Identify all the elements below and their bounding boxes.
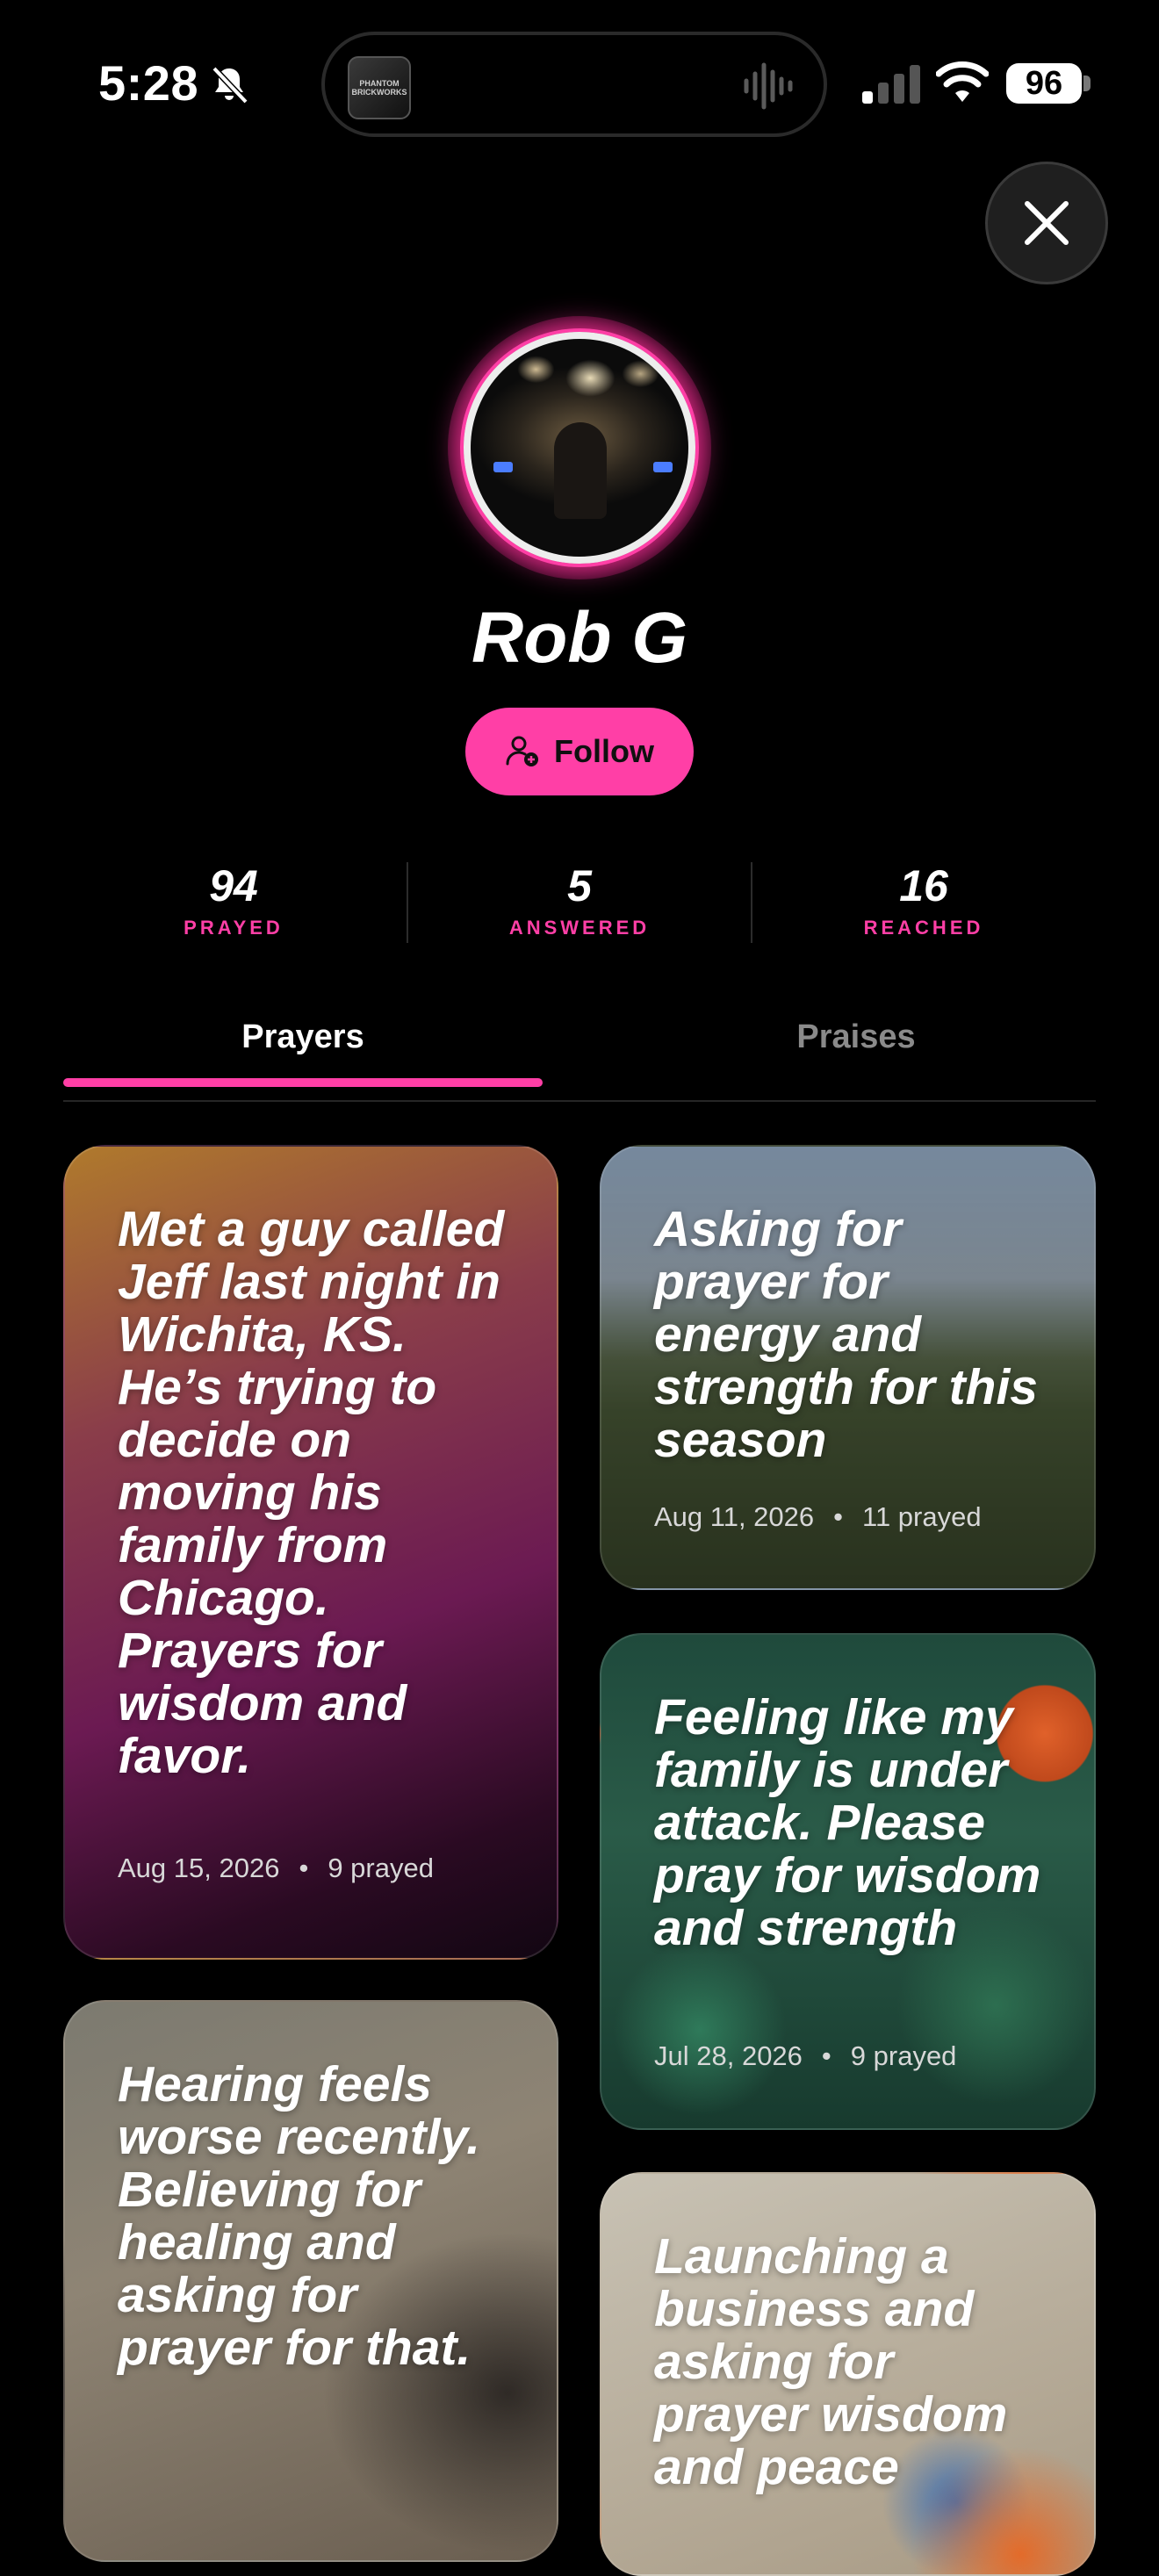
stat-value: 16 bbox=[899, 861, 948, 910]
avatar-light bbox=[493, 462, 513, 472]
bell-slash-icon bbox=[212, 66, 248, 104]
prayer-card-meta: Jul 28, 2026 • 9 prayed bbox=[654, 2040, 956, 2072]
tab-divider bbox=[63, 1100, 1096, 1102]
tab-praises[interactable]: Praises bbox=[616, 1018, 1096, 1056]
prayer-card-text: Hearing feels worse recently. Believing … bbox=[118, 2056, 480, 2376]
prayer-card-text: Asking for prayer for energy and strengt… bbox=[654, 1201, 1038, 1468]
battery-cap bbox=[1083, 76, 1091, 91]
avatar-light bbox=[653, 462, 673, 472]
stat-reached[interactable]: 16 REACHED bbox=[752, 860, 1096, 939]
prayer-card-date: Aug 15, 2026 bbox=[118, 1853, 280, 1883]
prayer-card-count: 11 prayed bbox=[862, 1501, 982, 1532]
dynamic-island[interactable]: PHANTOM BRICKWORKS bbox=[321, 32, 827, 137]
prayer-card-meta: Aug 15, 2026 • 9 prayed bbox=[118, 1853, 434, 1884]
prayer-card-count: 9 prayed bbox=[850, 2040, 957, 2071]
meta-separator: • bbox=[833, 1501, 843, 1532]
stat-label: REACHED bbox=[863, 917, 984, 939]
prayer-card-meta: Aug 11, 2026 • 11 prayed bbox=[654, 1501, 982, 1533]
cellular-signal-icon bbox=[862, 65, 920, 104]
prayer-card[interactable]: Met a guy called Jeff last night in Wich… bbox=[63, 1145, 558, 1960]
avatar[interactable] bbox=[464, 332, 695, 564]
stat-value: 5 bbox=[567, 861, 592, 910]
meta-separator: • bbox=[299, 1853, 309, 1883]
prayer-card-text: Met a guy called Jeff last night in Wich… bbox=[118, 1201, 505, 1784]
prayer-card[interactable]: Launching a business and asking for pray… bbox=[600, 2172, 1096, 2576]
close-button[interactable] bbox=[985, 162, 1108, 284]
stat-answered[interactable]: 5 ANSWERED bbox=[407, 860, 752, 939]
stat-prayed[interactable]: 94 PRAYED bbox=[61, 860, 406, 939]
prayer-card[interactable]: Feeling like my family is under attack. … bbox=[600, 1633, 1096, 2130]
status-time: 5:28 bbox=[98, 55, 199, 111]
battery-indicator: 96 bbox=[1006, 63, 1082, 104]
prayer-card-text: Feeling like my family is under attack. … bbox=[654, 1689, 1041, 1956]
waveform-icon bbox=[744, 62, 793, 110]
close-icon bbox=[1025, 201, 1069, 245]
prayer-card-date: Aug 11, 2026 bbox=[654, 1501, 815, 1532]
active-tab-indicator bbox=[63, 1078, 543, 1087]
profile-name: Rob G bbox=[472, 598, 687, 678]
follow-label: Follow bbox=[554, 733, 654, 769]
now-playing-artwork: PHANTOM BRICKWORKS bbox=[348, 56, 411, 119]
tab-prayers[interactable]: Prayers bbox=[63, 1018, 543, 1056]
wifi-icon bbox=[936, 61, 989, 102]
add-user-icon bbox=[506, 736, 538, 766]
avatar-figure bbox=[554, 422, 607, 519]
prayer-card-date: Jul 28, 2026 bbox=[654, 2040, 803, 2071]
prayer-card-count: 9 prayed bbox=[328, 1853, 434, 1883]
stat-label: ANSWERED bbox=[508, 917, 651, 939]
stat-label: PRAYED bbox=[184, 917, 284, 939]
prayer-card[interactable]: Asking for prayer for energy and strengt… bbox=[600, 1145, 1096, 1590]
meta-separator: • bbox=[821, 2040, 831, 2071]
prayer-card[interactable]: Hearing feels worse recently. Believing … bbox=[63, 2000, 558, 2562]
prayer-card-text: Launching a business and asking for pray… bbox=[654, 2228, 1008, 2495]
follow-button[interactable]: Follow bbox=[465, 708, 694, 795]
stat-value: 94 bbox=[209, 861, 258, 910]
